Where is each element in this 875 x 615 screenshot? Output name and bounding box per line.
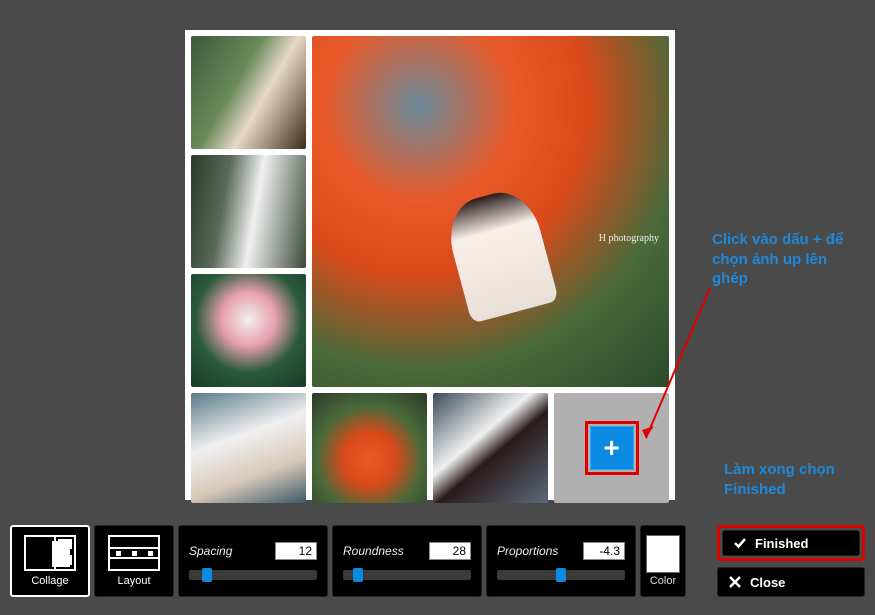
collage-cell-main[interactable]: H photography: [312, 36, 669, 387]
proportions-control[interactable]: Proportions -4.3: [486, 525, 636, 597]
slider-label: Spacing: [189, 544, 232, 558]
annotation-highlight: +: [585, 421, 639, 475]
layout-icon: [108, 535, 160, 571]
action-buttons: Finished Close: [717, 525, 865, 597]
slider-thumb[interactable]: [556, 568, 566, 582]
proportions-value[interactable]: -4.3: [583, 542, 625, 560]
roundness-slider[interactable]: [343, 570, 471, 580]
slider-label: Roundness: [343, 544, 404, 558]
roundness-value[interactable]: 28: [429, 542, 471, 560]
collage-cell-empty[interactable]: +: [554, 393, 669, 503]
slider-thumb[interactable]: [353, 568, 363, 582]
collage-icon: [24, 535, 76, 571]
roundness-control[interactable]: Roundness 28: [332, 525, 482, 597]
mode-label: Collage: [31, 575, 68, 587]
spacing-control[interactable]: Spacing 12: [178, 525, 328, 597]
watermark-text: H photography: [599, 233, 659, 244]
proportions-slider[interactable]: [497, 570, 625, 580]
mode-collage-button[interactable]: Collage: [10, 525, 90, 597]
collage-cell[interactable]: [191, 155, 306, 268]
color-label: Color: [650, 575, 676, 587]
color-control[interactable]: Color: [640, 525, 686, 597]
toolbar: Collage Layout Spacing 12 Roundness 28 P…: [10, 525, 865, 597]
check-icon: [733, 536, 747, 550]
mode-layout-button[interactable]: Layout: [94, 525, 174, 597]
slider-thumb[interactable]: [202, 568, 212, 582]
finished-button[interactable]: Finished: [722, 530, 860, 556]
collage-cell[interactable]: [191, 393, 306, 503]
add-image-button[interactable]: +: [590, 426, 634, 470]
collage-cell[interactable]: [191, 274, 306, 387]
button-label: Close: [750, 575, 785, 590]
annotation-tip-finished: Làm xong chọn Finished: [724, 460, 864, 499]
mode-label: Layout: [117, 575, 150, 587]
color-swatch[interactable]: [646, 535, 680, 573]
collage-canvas: H photography +: [185, 30, 675, 500]
close-icon: [728, 575, 742, 589]
spacing-slider[interactable]: [189, 570, 317, 580]
spacing-value[interactable]: 12: [275, 542, 317, 560]
slider-label: Proportions: [497, 544, 558, 558]
collage-cell[interactable]: [312, 393, 427, 503]
collage-cell[interactable]: [433, 393, 548, 503]
collage-cell[interactable]: [191, 36, 306, 149]
close-button[interactable]: Close: [717, 567, 865, 597]
annotation-highlight: Finished: [717, 525, 865, 561]
annotation-tip-add: Click vào dấu + để chọn ảnh up lên ghép: [712, 230, 862, 289]
button-label: Finished: [755, 536, 808, 551]
